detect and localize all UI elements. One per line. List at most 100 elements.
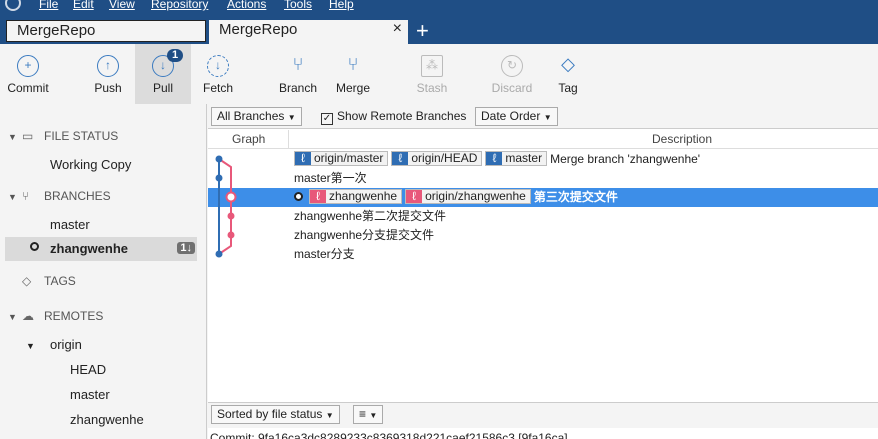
commit-description: master分支 — [294, 245, 355, 264]
ref-name: origin/master — [314, 151, 384, 165]
menu-actions[interactable]: Actions — [227, 0, 266, 11]
commit-row[interactable]: zhangwenhe分支提交文件 — [208, 226, 878, 245]
file-status-label: FILE STATUS — [44, 129, 119, 143]
push-label: Push — [94, 81, 122, 95]
branch-button[interactable]: ⑂ Branch — [270, 44, 326, 104]
tab-mergerepo-2[interactable]: MergeRepo × — [209, 20, 408, 44]
sidebar: ▼ ▭ FILE STATUS Working Copy ▼ ⑂ BRANCHES ma… — [0, 104, 207, 439]
ref-label[interactable]: ℓ origin/master — [294, 151, 389, 166]
merge-label: Merge — [335, 81, 370, 95]
menu-file[interactable]: File — [39, 0, 58, 11]
order-value: Date Order — [481, 109, 541, 123]
close-tab-icon[interactable]: × — [393, 20, 402, 38]
branches-filter-dropdown[interactable]: All Branches ▼ — [211, 107, 302, 126]
sort-value: Sorted by file status — [217, 407, 323, 421]
discard-button[interactable]: ↻ Discard — [484, 44, 540, 104]
file-status-header[interactable]: ▼ ▭ FILE STATUS — [8, 129, 118, 143]
tags-header[interactable]: ◇ TAGS — [8, 274, 76, 288]
remotes-header[interactable]: ▼ ☁ REMOTES — [8, 309, 103, 323]
history-panel: All Branches ▼ ✓ Show Remote Branches Dat… — [208, 104, 878, 439]
ref-label[interactable]: ℓ master — [485, 151, 548, 166]
branches-header[interactable]: ▼ ⑂ BRANCHES — [8, 189, 111, 203]
description-column-header[interactable]: Description — [652, 132, 712, 146]
branch-icon: ℓ — [392, 152, 409, 165]
chevron-right-icon — [8, 277, 22, 287]
checkmark-icon: ✓ — [321, 113, 333, 125]
tag-button[interactable]: ◇ Tag — [540, 44, 596, 104]
ref-label[interactable]: ℓ zhangwenhe — [309, 189, 403, 204]
ref-name: master — [505, 151, 543, 165]
ref-name: origin/zhangwenhe — [425, 189, 526, 203]
remote-branch-master[interactable]: master — [70, 387, 110, 402]
commit-row[interactable]: zhangwenhe第二次提交文件 — [208, 207, 878, 226]
chevron-down-icon: ▼ — [8, 192, 17, 202]
commit-row[interactable]: master第一次 — [208, 169, 878, 188]
commit-row[interactable]: ℓ origin/master ℓ origin/HEAD ℓ master Merge b… — [208, 150, 878, 169]
commit-row[interactable]: master分支 — [208, 245, 878, 264]
sidebar-item-zhangwenhe[interactable]: zhangwenhe 1↓ — [5, 237, 197, 261]
fetch-icon: ↓ — [207, 55, 229, 77]
sidebar-item-master[interactable]: master — [50, 217, 90, 232]
tab-bar: MergeRepo MergeRepo × + — [0, 12, 878, 44]
commit-hash-line: Commit: 9fa16ca3dc8289233c8369318d221cae… — [210, 431, 568, 439]
toolbar: + Commit ↑ Push ↓ 1 Pull ↓ Fetch ⑂ Branch ⑂ Mer… — [0, 44, 878, 104]
commit-message: 第三次提交文件 — [533, 190, 618, 204]
commit-dot — [215, 250, 223, 258]
commit-message: master分支 — [294, 247, 355, 261]
chevron-down-icon: ▼ — [369, 411, 378, 420]
show-remote-label: Show Remote Branches — [337, 109, 467, 123]
commit-description: ℓ zhangwenhe ℓ origin/zhangwenhe 第三次提交文件 — [294, 188, 618, 207]
fetch-label: Fetch — [202, 81, 233, 95]
ref-label[interactable]: ℓ origin/HEAD — [391, 151, 483, 166]
remotes-label: REMOTES — [44, 309, 104, 323]
order-dropdown[interactable]: Date Order ▼ — [475, 107, 558, 126]
branches-label: BRANCHES — [44, 189, 111, 203]
behind-count-badge: 1↓ — [177, 242, 195, 254]
remote-branch-head[interactable]: HEAD — [70, 362, 106, 377]
sidebar-item-working-copy[interactable]: Working Copy — [50, 157, 131, 172]
pull-button[interactable]: ↓ 1 Pull — [135, 44, 191, 104]
push-button[interactable]: ↑ Push — [80, 44, 136, 104]
ref-label[interactable]: ℓ origin/zhangwenhe — [405, 189, 531, 204]
commit-dot — [227, 231, 235, 239]
stash-button[interactable]: ⁂ Stash — [404, 44, 460, 104]
merge-button[interactable]: ⑂ Merge — [325, 44, 381, 104]
menu-repository[interactable]: Repository — [151, 0, 208, 11]
fetch-button[interactable]: ↓ Fetch — [190, 44, 246, 104]
graph-column-header[interactable]: Graph — [232, 132, 265, 146]
branch-icon: ⑂ — [292, 54, 304, 74]
cloud-icon: ☁ — [22, 309, 34, 323]
menu-edit[interactable]: Edit — [73, 0, 94, 11]
commit-message: zhangwenhe第二次提交文件 — [294, 209, 447, 223]
commit-button[interactable]: + Commit — [0, 44, 56, 104]
menu-help[interactable]: Help — [329, 0, 354, 11]
chevron-down-icon: ▼ — [8, 312, 17, 322]
menu-bar: File Edit View Repository Actions Tools … — [0, 0, 878, 12]
branch-icon: ℓ — [310, 190, 326, 203]
new-tab-button[interactable]: + — [416, 18, 429, 44]
commit-dot — [227, 212, 235, 220]
tag-icon: ◇ — [561, 54, 575, 74]
ref-name: origin/HEAD — [411, 151, 478, 165]
file-toolbar: Sorted by file status ▼ ≡ ▼ — [208, 402, 878, 428]
tab-label: MergeRepo — [219, 21, 298, 38]
commit-row[interactable]: ℓ zhangwenhe ℓ origin/zhangwenhe 第三次提交文件 — [208, 188, 878, 207]
show-remote-branches-checkbox[interactable]: ✓ Show Remote Branches — [321, 109, 466, 125]
head-indicator-icon — [294, 192, 303, 201]
tag-icon: ◇ — [22, 274, 32, 288]
remote-branch-zhangwenhe[interactable]: zhangwenhe — [70, 412, 144, 427]
chevron-down-icon: ▼ — [325, 411, 334, 420]
chevron-down-icon: ▼ — [543, 113, 552, 122]
sort-dropdown[interactable]: Sorted by file status ▼ — [211, 405, 340, 424]
commit-message: master第一次 — [294, 171, 367, 185]
ref-name: zhangwenhe — [329, 189, 398, 203]
branch-label: zhangwenhe — [50, 241, 129, 256]
arrow-up-icon: ↑ — [97, 55, 119, 77]
view-mode-dropdown[interactable]: ≡ ▼ — [353, 405, 384, 424]
commit-description: zhangwenhe分支提交文件 — [294, 226, 434, 245]
remote-origin[interactable]: ▼ origin — [26, 337, 82, 352]
menu-tools[interactable]: Tools — [284, 0, 312, 11]
monitor-icon: ▭ — [22, 129, 34, 143]
tab-mergerepo-1[interactable]: MergeRepo — [6, 20, 206, 42]
menu-view[interactable]: View — [109, 0, 135, 11]
